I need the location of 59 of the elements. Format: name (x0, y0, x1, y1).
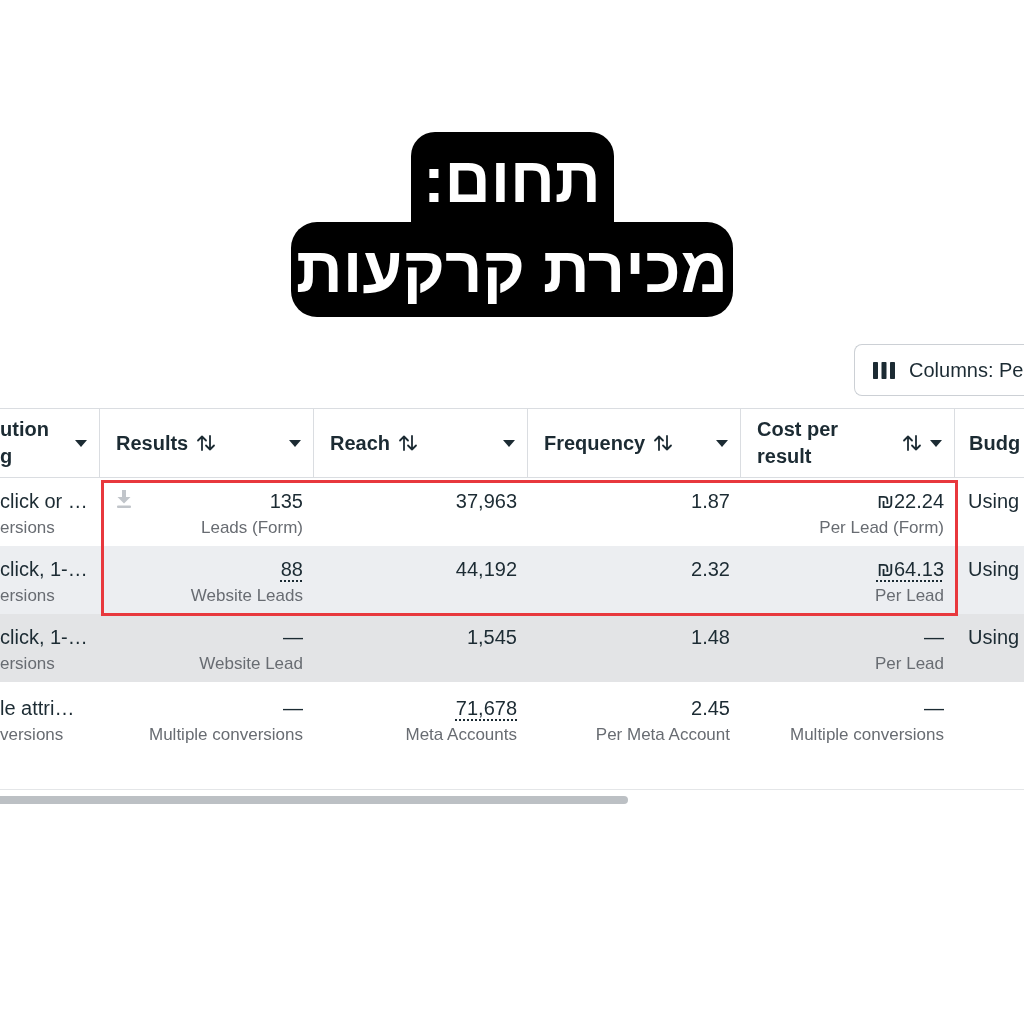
column-header[interactable]: ution g (0, 409, 100, 477)
cell-text: click, 1-… (0, 625, 88, 649)
metric-caption: Per Lead (875, 585, 944, 607)
cell-text: click or … (0, 489, 88, 513)
column-header[interactable]: Frequency (528, 409, 741, 477)
metric-value: — (924, 696, 944, 720)
metric-caption: Website Leads (190, 585, 303, 607)
cell-subtext: versions (0, 724, 64, 746)
metric-value[interactable]: 71,678 (455, 696, 517, 720)
column-header[interactable]: Reach (314, 409, 528, 477)
sort-icon[interactable] (398, 435, 419, 451)
metric-value: 1,545 (466, 625, 517, 649)
metric-caption: Leads (Form) (200, 517, 303, 539)
metric-value[interactable]: ₪64.13 (876, 557, 944, 581)
heading-title: מכירת קרקעות (291, 222, 733, 317)
metric-caption: Per Lead (875, 653, 944, 675)
metric-caption: Meta Accounts (405, 724, 517, 746)
table-row[interactable]: click, 1-… ersions — Website Lead 1,545 1.48 — Per Lead Using (0, 614, 1024, 682)
cell-text: le attri… (0, 696, 75, 720)
table-row[interactable]: click, 1-… ersions 88 Website Leads 44,192 2.32 ₪64.13 Per Lead Using (0, 546, 1024, 614)
metric-value: 1.48 (691, 625, 730, 649)
metric-value: — (283, 696, 303, 720)
metric-value: 37,963 (455, 489, 517, 513)
cell-text: Using (968, 489, 1020, 513)
metric-value: — (283, 625, 303, 649)
metric-value: ₪22.24 (876, 489, 944, 513)
caret-down-icon[interactable] (503, 439, 515, 447)
metric-value: 44,192 (455, 557, 517, 581)
sort-icon[interactable] (902, 435, 922, 451)
metric-value: — (924, 625, 944, 649)
scrollbar-thumb[interactable] (0, 796, 628, 804)
metric-value: 135 (269, 489, 303, 513)
metric-value: 1.87 (691, 489, 730, 513)
column-header[interactable]: Budg (955, 409, 1024, 477)
metric-caption: Per Lead (Form) (819, 517, 944, 539)
columns-button[interactable]: Columns: Pe (854, 344, 1024, 396)
sort-icon[interactable] (653, 435, 674, 451)
cell-subtext: ersions (0, 517, 55, 539)
metric-caption: Multiple conversions (149, 724, 303, 746)
metric-caption: Multiple conversions (790, 724, 944, 746)
metric-caption: Per Meta Account (595, 724, 730, 746)
column-header[interactable]: Results (100, 409, 314, 477)
cell-text: click, 1-… (0, 557, 88, 581)
column-header[interactable]: Cost per result (741, 409, 955, 477)
heading-label: תחום: (410, 132, 614, 222)
cell-subtext: ersions (0, 585, 55, 607)
cell-text: Using (968, 557, 1020, 581)
caret-down-icon[interactable] (289, 439, 301, 447)
caret-down-icon[interactable] (930, 439, 942, 447)
caret-down-icon[interactable] (716, 439, 728, 447)
metric-value[interactable]: 88 (280, 557, 303, 581)
columns-icon (873, 361, 895, 379)
metric-value: 2.45 (691, 696, 730, 720)
metric-caption: Website Lead (199, 653, 303, 675)
sort-icon[interactable] (196, 435, 217, 451)
metric-value: 2.32 (691, 557, 730, 581)
caret-down-icon[interactable] (75, 439, 87, 447)
cell-subtext: ersions (0, 653, 55, 675)
cell-text: Using (968, 625, 1020, 649)
